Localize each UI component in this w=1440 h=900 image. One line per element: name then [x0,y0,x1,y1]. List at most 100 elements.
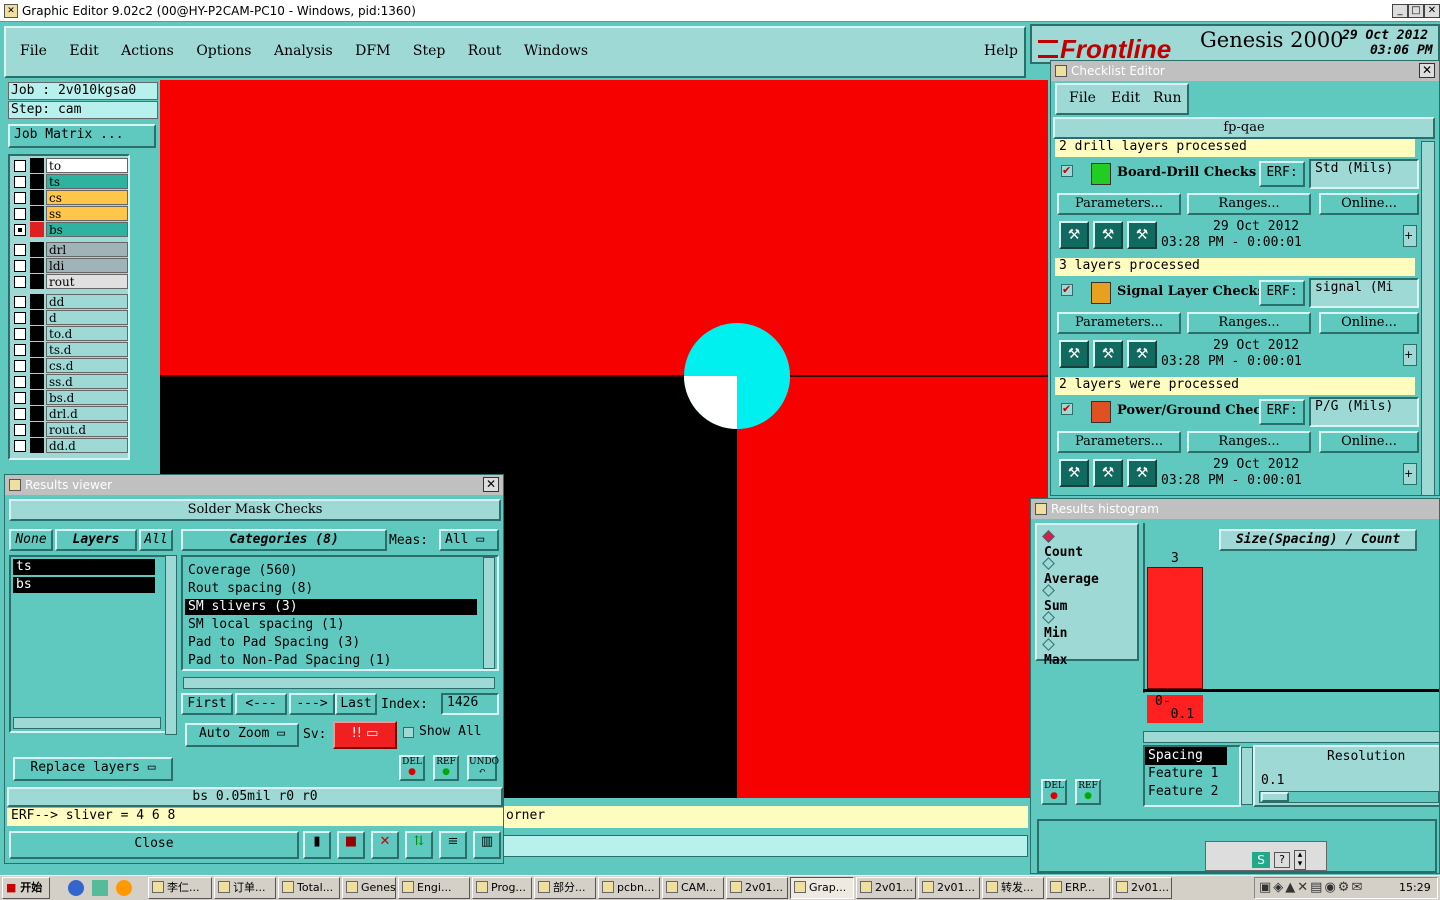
menu-edit[interactable]: Edit [69,43,98,59]
layer-checkbox[interactable] [14,176,26,188]
layer-checkbox[interactable] [14,392,26,404]
layer-checkbox[interactable] [14,312,26,324]
online-button[interactable]: Online... [1319,431,1419,453]
start-button[interactable]: ■ 开始 [2,877,50,899]
category-item[interactable]: Pad to Non-Pad Spacing (1) [185,653,477,669]
online-button[interactable]: Online... [1319,193,1419,215]
histogram-option-min[interactable]: Min [1042,611,1067,641]
layer-row[interactable]: ss.d [12,374,128,389]
close-icon[interactable]: ✕ [483,477,499,492]
none-button[interactable]: None [9,529,53,551]
histogram-bar[interactable] [1147,567,1203,689]
taskbar-button[interactable]: 部分... [534,877,596,899]
taskbar-button[interactable]: Engi... [398,877,470,899]
category-item[interactable]: Rout spacing (8) [185,581,477,597]
layer-result-bs[interactable]: bs [13,577,155,593]
prev-button[interactable]: <--- [235,693,287,715]
taskbar-button[interactable]: 2v01... [918,877,980,899]
layer-checkbox[interactable] [14,376,26,388]
erf-select[interactable]: P/G (Mils) [1309,397,1419,427]
histogram-option-sum[interactable]: Sum [1042,584,1067,614]
category-item[interactable]: Pad to Pad Spacing (3) [185,635,477,651]
layer-row[interactable]: bs.d [12,390,128,405]
tool-icon-4[interactable]: ⇅ [405,831,433,859]
last-button[interactable]: Last [335,693,377,715]
help-icon[interactable]: ? [1274,852,1290,868]
layers-scrollbar-h[interactable] [13,717,161,729]
run-check-icon[interactable]: ⚒ [1127,459,1157,487]
taskbar-button[interactable]: Grap... [790,877,854,899]
categories-scrollbar-h[interactable] [183,677,495,689]
run-check-icon[interactable]: ⚒ [1093,221,1123,249]
taskbar-button[interactable]: 订单... [214,877,276,899]
taskbar-button[interactable]: Prog... [472,877,532,899]
layer-row[interactable]: to [12,158,128,173]
erf-select[interactable]: signal (Mi [1309,278,1419,308]
layer-row[interactable]: ts [12,174,128,189]
layer-row[interactable]: rout [12,274,128,289]
run-check-icon[interactable]: ⚒ [1127,221,1157,249]
histogram-del-button[interactable]: DEL ● [1041,779,1067,805]
menu-help[interactable]: Help [984,43,1018,59]
layer-checkbox[interactable] [14,360,26,372]
folder-icon[interactable] [92,880,108,896]
layer-checkbox[interactable] [14,296,26,308]
layer-row[interactable]: ss [12,206,128,221]
close-icon[interactable]: ✕ [1419,63,1435,78]
checklist-menu-edit[interactable]: Edit [1111,85,1140,111]
tool-icon-3[interactable]: ✕ [371,831,399,859]
ranges-button[interactable]: Ranges... [1187,312,1311,334]
categories-tab[interactable]: Categories (8) [181,529,387,551]
erf-button[interactable]: ERF: [1259,399,1305,425]
show-all-checkbox[interactable] [403,727,414,738]
maximize-button[interactable]: □ [1408,4,1424,18]
left-scrollbar-v[interactable] [165,555,177,735]
close-button[interactable]: Close [9,831,299,859]
taskbar-button[interactable]: Genesis [342,877,396,899]
menu-file[interactable]: File [20,43,47,59]
taskbar-button[interactable]: ERP... [1046,877,1110,899]
layer-row[interactable]: drl.d [12,406,128,421]
check-enabled-checkbox[interactable]: ✔ [1061,284,1073,296]
tool-icon-2[interactable]: ■ [337,831,365,859]
layers-tab[interactable]: Layers [55,529,137,551]
job-matrix-button[interactable]: Job Matrix ... [8,124,156,148]
layer-checkbox[interactable] [14,260,26,272]
taskbar-button[interactable]: 2v01... [1112,877,1172,899]
erf-select[interactable]: Std (Mils) [1309,159,1419,189]
taskbar-button[interactable]: CAM... [662,877,724,899]
ranges-button[interactable]: Ranges... [1187,431,1311,453]
field-feature-2[interactable]: Feature 2 [1145,783,1239,801]
layer-row[interactable]: to.d [12,326,128,341]
ref-button[interactable]: REF ● [433,755,459,781]
check-enabled-checkbox[interactable]: ✔ [1061,165,1073,177]
taskbar-button[interactable]: Total... [278,877,340,899]
menu-options[interactable]: Options [196,43,251,59]
run-check-icon[interactable]: ⚒ [1127,340,1157,368]
chart-icon[interactable]: ▥ [473,831,501,859]
minimize-button[interactable]: _ [1392,4,1408,18]
expand-icon[interactable]: + [1403,463,1417,485]
erf-button[interactable]: ERF: [1259,161,1305,187]
all-tab[interactable]: All [139,529,173,551]
menu-actions[interactable]: Actions [121,43,174,59]
category-item[interactable]: SM slivers (3) [185,599,477,615]
ranges-button[interactable]: Ranges... [1187,193,1311,215]
expand-icon[interactable]: + [1403,225,1417,247]
menu-dfm[interactable]: DFM [355,43,390,59]
ie-icon[interactable] [68,880,84,896]
layer-checkbox[interactable] [14,408,26,420]
layer-checkbox[interactable] [14,440,26,452]
taskbar-button[interactable]: 转发... [982,877,1044,899]
next-button[interactable]: ---> [289,693,335,715]
layer-checkbox[interactable] [14,328,26,340]
run-check-icon[interactable]: ⚒ [1093,340,1123,368]
checklist-menu-run[interactable]: Run [1153,85,1182,111]
app-s-icon[interactable]: S [1252,852,1270,868]
histogram-ref-button[interactable]: REF ● [1075,779,1101,805]
field-feature-1[interactable]: Feature 1 [1145,765,1239,783]
layer-checkbox[interactable] [14,244,26,256]
layer-checkbox[interactable] [14,424,26,436]
run-check-icon[interactable]: ⚒ [1059,221,1089,249]
layer-row[interactable]: drl [12,242,128,257]
